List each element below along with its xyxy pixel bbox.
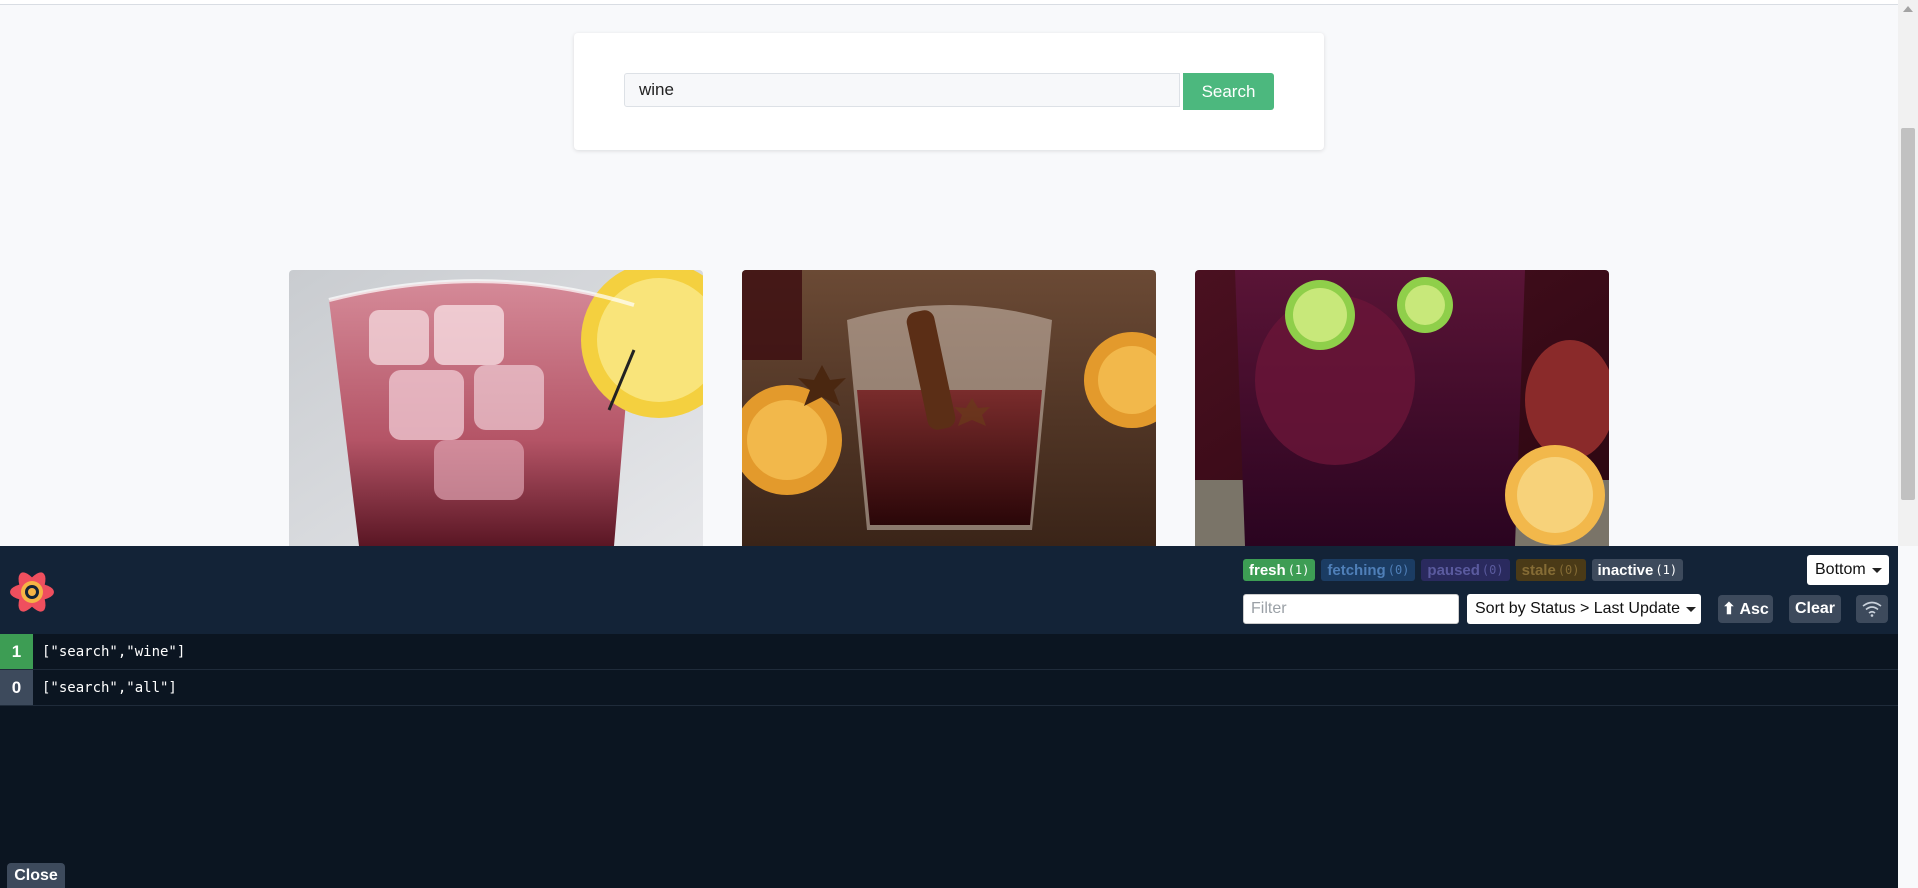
- status-badge-count: (0): [1387, 563, 1410, 577]
- position-select-value: Bottom: [1815, 561, 1866, 578]
- query-key: ["search","wine"]: [42, 643, 186, 660]
- status-badge-count: (1): [1287, 563, 1310, 577]
- status-badge-paused: paused (0): [1421, 559, 1510, 581]
- clear-cache-button[interactable]: Clear: [1789, 595, 1841, 623]
- status-badge-stale: stale (0): [1515, 559, 1586, 581]
- chevron-down-icon: [1686, 606, 1697, 612]
- network-toggle-button[interactable]: [1856, 595, 1888, 623]
- scroll-up-arrow-icon[interactable]: [1903, 6, 1913, 12]
- sort-select[interactable]: Sort by Status > Last Update: [1467, 594, 1701, 624]
- query-row[interactable]: 1 ["search","wine"]: [0, 634, 1898, 670]
- close-devtools-button[interactable]: Close: [7, 863, 65, 888]
- status-badge-label: fresh: [1249, 561, 1286, 579]
- filter-input[interactable]: [1243, 594, 1459, 624]
- query-observer-count: 0: [0, 670, 33, 705]
- page-scrollbar[interactable]: [1898, 0, 1918, 546]
- devtools-header: fresh (1) fetching (0) paused (0) stale (0) …: [0, 546, 1898, 634]
- result-card-image-2[interactable]: [742, 270, 1156, 546]
- status-badge-fetching: fetching (0): [1321, 559, 1416, 581]
- status-badge-count: (0): [1557, 563, 1580, 577]
- sort-select-value: Sort by Status > Last Update: [1475, 600, 1681, 617]
- chevron-down-icon: [1871, 567, 1882, 573]
- status-badges: fresh (1) fetching (0) paused (0) stale (0) …: [1243, 559, 1684, 581]
- status-badge-label: fetching: [1327, 561, 1386, 579]
- query-key: ["search","all"]: [42, 679, 177, 696]
- react-query-logo-icon[interactable]: [8, 568, 56, 616]
- status-badge-inactive: inactive (1): [1591, 559, 1684, 581]
- status-badge-label: paused: [1427, 561, 1480, 579]
- query-observer-count: 1: [0, 634, 33, 669]
- status-badge-count: (1): [1655, 563, 1678, 577]
- status-badge-fresh: fresh (1): [1243, 559, 1316, 581]
- search-card: Search: [574, 33, 1324, 150]
- result-card-image-1[interactable]: [289, 270, 703, 546]
- status-badge-count: (0): [1481, 563, 1504, 577]
- scrollbar-thumb[interactable]: [1901, 128, 1915, 500]
- page-top-border: [0, 0, 1898, 5]
- status-badge-label: stale: [1521, 561, 1556, 579]
- search-button[interactable]: Search: [1183, 73, 1274, 110]
- position-select[interactable]: Bottom: [1807, 555, 1889, 585]
- result-card-image-3[interactable]: [1195, 270, 1609, 546]
- status-badge-label: inactive: [1597, 561, 1654, 579]
- query-devtools-panel: fresh (1) fetching (0) paused (0) stale (0) …: [0, 546, 1898, 888]
- query-row[interactable]: 0 ["search","all"]: [0, 670, 1898, 706]
- sort-asc-button[interactable]: ⬆ Asc: [1718, 595, 1773, 623]
- search-input[interactable]: [624, 73, 1180, 107]
- wifi-icon: [1862, 601, 1882, 617]
